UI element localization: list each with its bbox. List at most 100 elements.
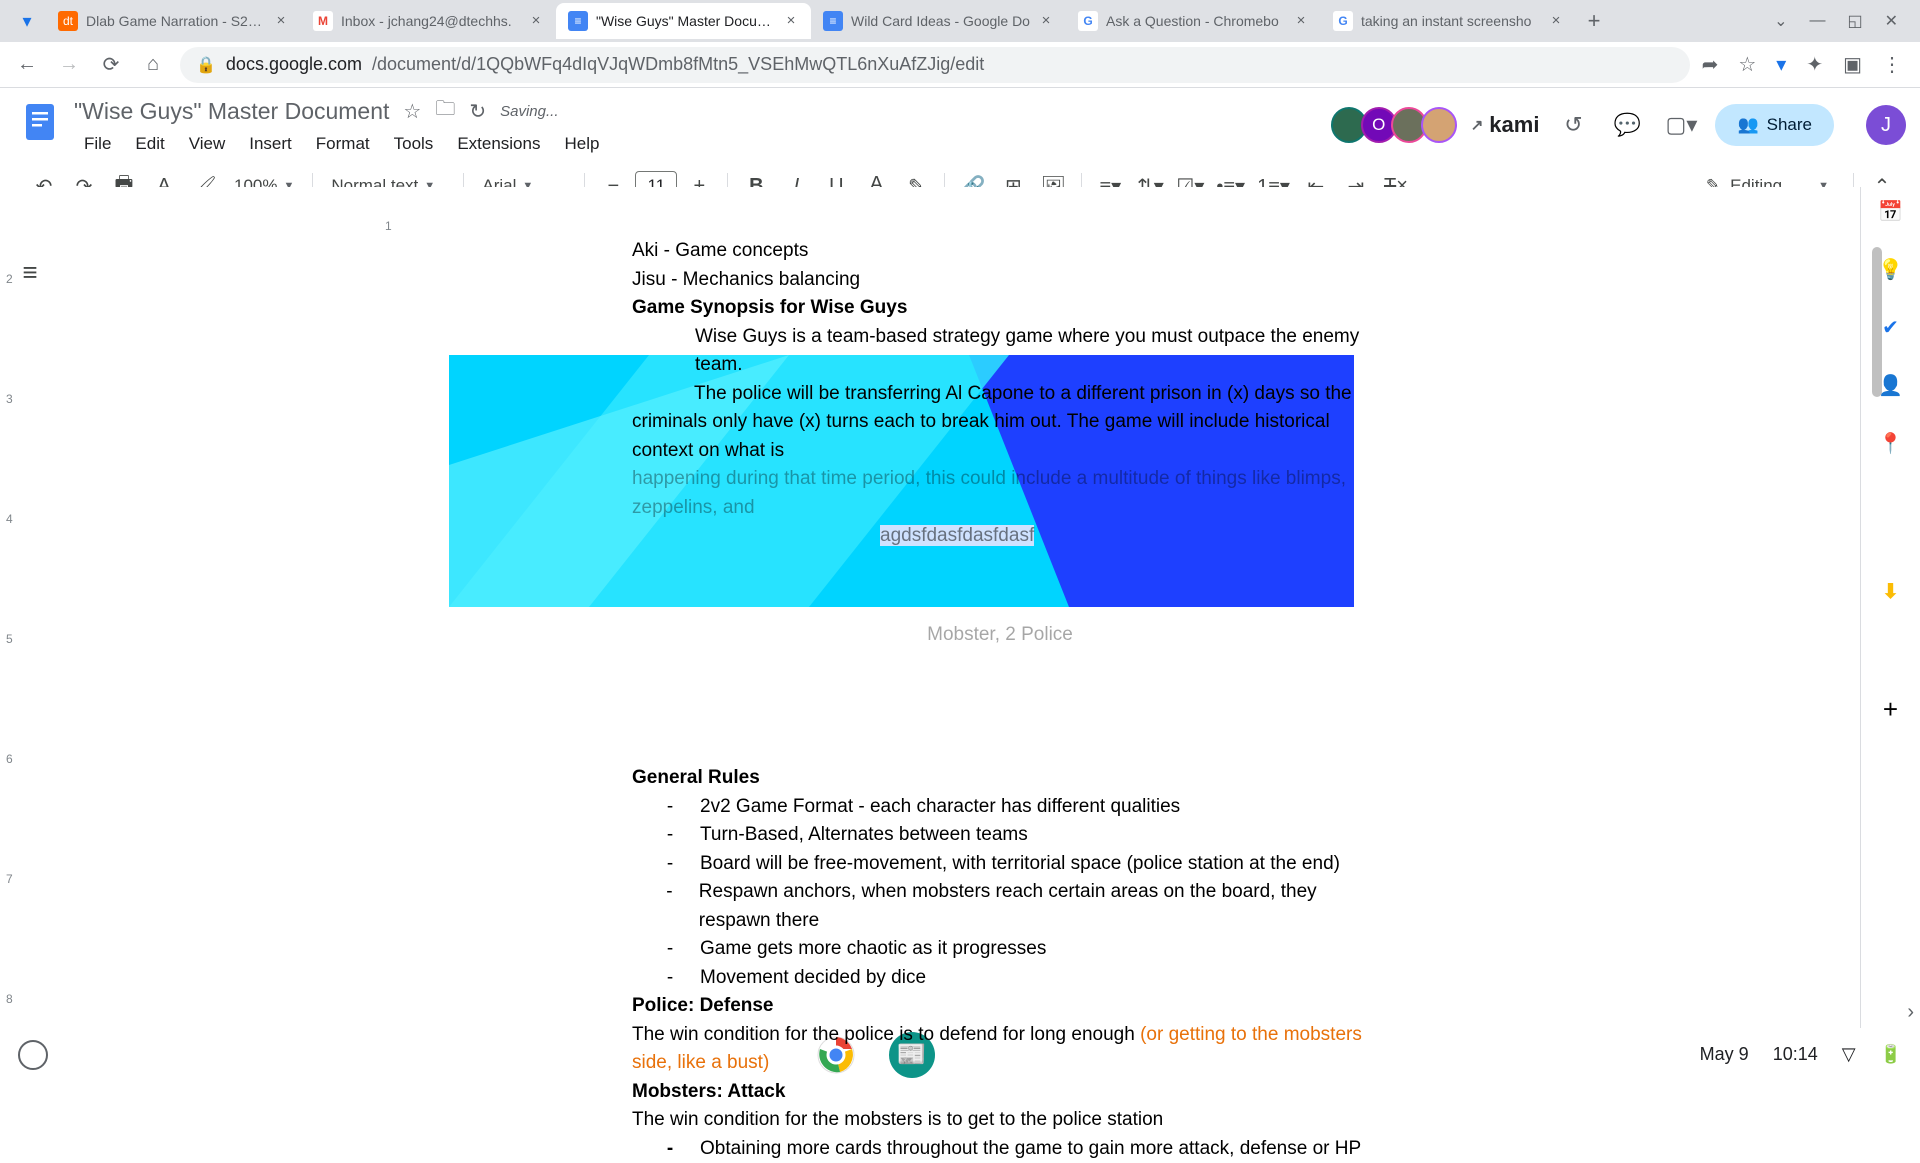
menu-bar: File Edit View Insert Format Tools Exten… [74,129,1337,159]
docs-header: "Wise Guys" Master Document ☆ 🗀 ↻ Saving… [0,88,1920,159]
ext1-icon[interactable]: ▾ [1776,52,1786,77]
forward-button[interactable]: → [54,50,84,80]
url-path: /document/d/1QQbWFq4dIqVJqWDmb8fMtn5_VSE… [372,54,984,75]
page-content[interactable]: Aki - Game concepts Jisu - Mechanics bal… [450,187,1488,1040]
tasks-icon[interactable]: ✔ [1877,313,1905,341]
minimize-icon[interactable]: — [1809,12,1825,30]
tab-title: taking an instant screensho [1361,13,1540,29]
add-addon-icon[interactable]: + [1877,695,1905,723]
tab-3-active[interactable]: ≡ "Wise Guys" Master Docume × [556,3,811,39]
menu-help[interactable]: Help [554,130,609,158]
launcher-button[interactable] [18,1040,48,1070]
list-item: -Turn-Based, Alternates between teams [570,821,1368,850]
menu-format[interactable]: Format [306,130,380,158]
paragraph: The win condition for the mobsters is to… [570,1106,1368,1135]
text-line: Mobster, 2 Police [570,621,1368,650]
maps-icon[interactable]: 📍 [1877,429,1905,457]
sys-tab-icon[interactable]: ▾ [8,11,46,32]
close-icon[interactable]: × [1548,13,1564,29]
tab-2[interactable]: M Inbox - jchang24@dtechhs. × [301,3,556,39]
star-icon[interactable]: ☆ [403,99,421,124]
share-button[interactable]: 👥 Share [1715,104,1834,146]
heading: Game Synopsis for Wise Guys [570,294,1368,323]
document-title[interactable]: "Wise Guys" Master Document [74,98,389,125]
meet-icon[interactable]: ▢▾ [1661,105,1701,145]
close-icon[interactable]: × [1038,13,1054,29]
heading: Mobsters: Attack [570,1078,1368,1107]
url-input[interactable]: 🔒 docs.google.com/document/d/1QQbWFq4dIq… [180,47,1690,83]
home-button[interactable]: ⌂ [138,50,168,80]
list-item: -Game gets more chaotic as it progresses [570,935,1368,964]
keep-icon[interactable]: 💡 [1877,255,1905,283]
close-icon[interactable]: × [1293,13,1309,29]
menu-edit[interactable]: Edit [125,130,174,158]
window-controls: ⌄ — ◱ ✕ [1774,11,1912,31]
tab-title: Inbox - jchang24@dtechhs. [341,13,520,29]
menu-view[interactable]: View [179,130,236,158]
overflow-icon[interactable]: ⋮ [1882,52,1902,77]
shelf-date[interactable]: May 9 [1700,1044,1749,1065]
kami-extension-button[interactable]: ↗ kami [1471,112,1540,138]
close-icon[interactable]: × [273,13,289,29]
close-icon[interactable]: × [528,13,544,29]
side-panel: 📅 💡 ✔ 👤 📍 ⬇ + [1860,187,1920,1040]
menu-file[interactable]: File [74,130,121,158]
panel-icon[interactable]: ▣ [1843,52,1862,77]
extensions-icon[interactable]: ✦ [1806,52,1823,77]
comments-icon[interactable]: 💬 [1607,105,1647,145]
wifi-icon[interactable]: ▽ [1842,1044,1856,1065]
favicon-icon: G [1333,11,1353,31]
tab-4[interactable]: ≡ Wild Card Ideas - Google Do × [811,3,1066,39]
maximize-icon[interactable]: ◱ [1847,11,1862,31]
paragraph: The win condition for the police is to d… [570,1021,1368,1078]
contacts-icon[interactable]: 👤 [1877,371,1905,399]
save-status: Saving... [500,103,558,120]
profile-avatar[interactable]: J [1866,105,1906,145]
favicon-icon: ≡ [823,11,843,31]
close-icon[interactable]: × [783,13,799,29]
hide-sidepanel-icon[interactable]: › [1907,1001,1914,1024]
menu-insert[interactable]: Insert [239,130,302,158]
history-icon[interactable]: ↺ [1553,105,1593,145]
avatar[interactable] [1421,107,1457,143]
paragraph: happening during that time period, this … [570,465,1368,522]
text-line: Aki - Game concepts [570,237,1368,266]
tab-5[interactable]: G Ask a Question - Chromebo × [1066,3,1321,39]
favicon-icon: ≡ [568,11,588,31]
new-tab-button[interactable]: + [1576,3,1612,39]
download-icon[interactable]: ⬇ [1877,577,1905,605]
reload-button[interactable]: ⟳ [96,50,126,80]
tab-6[interactable]: G taking an instant screensho × [1321,3,1576,39]
tab-1[interactable]: dt Dlab Game Narration - S2 - F × [46,3,301,39]
favicon-icon: dt [58,11,78,31]
tab-title: "Wise Guys" Master Docume [596,13,775,29]
menu-tools[interactable]: Tools [384,130,444,158]
close-window-icon[interactable]: ✕ [1885,11,1898,31]
tab-title: Ask a Question - Chromebo [1106,13,1285,29]
tab-title: Wild Card Ideas - Google Do [851,13,1030,29]
document-canvas: ≡ 2345678 1234567 Aki - Game concepts Ji… [0,187,1920,1040]
bookmark-icon[interactable]: ☆ [1738,52,1756,77]
paragraph: The police will be transferring Al Capon… [570,380,1368,466]
list-item: -Respawn anchors, when mobsters reach ce… [570,878,1368,935]
text-line: Jisu - Mechanics balancing [570,266,1368,295]
share-icon: 👥 [1737,115,1758,135]
docs-logo-icon[interactable] [14,96,66,148]
list-item: -Obtaining more cards throughout the gam… [570,1135,1368,1163]
battery-icon[interactable]: 🔋 [1880,1044,1902,1065]
favicon-icon: G [1078,11,1098,31]
back-button[interactable]: ← [12,50,42,80]
move-icon[interactable]: 🗀 [435,94,455,128]
vertical-ruler: 2345678 [6,242,26,1040]
chevron-down-icon[interactable]: ⌄ [1774,11,1787,31]
share-page-icon[interactable]: ➦ [1702,52,1719,77]
shelf-time[interactable]: 10:14 [1773,1044,1818,1065]
list-item: -Board will be free-movement, with terri… [570,850,1368,879]
cloud-status-icon[interactable]: ↻ [469,99,486,124]
menu-extensions[interactable]: Extensions [447,130,550,158]
lock-icon: 🔒 [196,55,216,75]
tab-strip: ▾ dt Dlab Game Narration - S2 - F × M In… [0,0,1920,42]
tab-title: Dlab Game Narration - S2 - F [86,13,265,29]
collaborator-avatars[interactable]: O [1337,107,1457,143]
calendar-icon[interactable]: 📅 [1877,197,1905,225]
